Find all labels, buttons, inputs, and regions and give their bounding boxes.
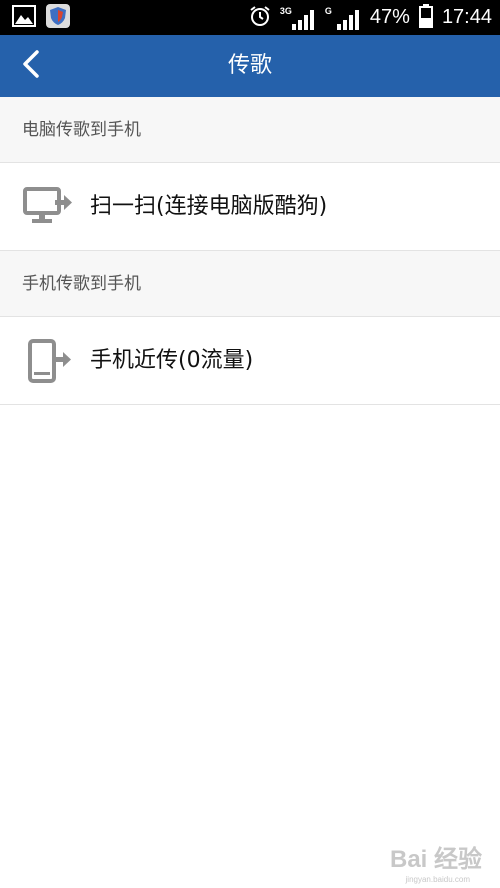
phone-nearby-transfer-item[interactable]: 手机近传(0流量) [0, 317, 500, 405]
signal-g: G [325, 6, 361, 30]
section-title: 电脑传歌到手机 [22, 120, 141, 140]
item-label: 扫一扫(连接电脑版酷狗) [90, 194, 328, 219]
phone-transfer-icon [22, 339, 74, 383]
watermark-url: jingyan.baidu.com [405, 875, 470, 884]
status-bar: 3G G 47% 17:44 [0, 0, 500, 35]
page-title: 传歌 [227, 53, 272, 78]
monitor-transfer-icon [22, 185, 74, 229]
alarm-icon [249, 5, 271, 31]
section-header-pc: 电脑传歌到手机 [0, 97, 500, 163]
clock: 17:44 [441, 6, 492, 28]
system-status: 3G G 47% 17:44 [249, 0, 492, 35]
section-header-phone: 手机传歌到手机 [0, 251, 500, 317]
item-label: 手机近传(0流量) [90, 348, 254, 373]
battery-percent: 47% [369, 6, 410, 28]
gallery-icon [12, 5, 36, 31]
battery-icon [418, 3, 433, 32]
top-app-bar: 传歌 [0, 35, 500, 97]
section-title: 手机传歌到手机 [22, 274, 141, 294]
signal-icon [336, 9, 359, 30]
signal-icon [291, 9, 314, 30]
scan-connect-pc-item[interactable]: 扫一扫(连接电脑版酷狗) [0, 163, 500, 251]
signal-3g: 3G [280, 6, 316, 30]
notification-icons [12, 4, 70, 32]
watermark: Bai 经验 [389, 846, 482, 873]
network-3g-label: 3G [279, 5, 292, 16]
security-app-icon [46, 4, 70, 32]
screen: 3G G 47% 17:44 传歌 电脑传歌到手机 扫一扫(连接电脑版酷狗) 手… [0, 0, 500, 888]
network-g-label: G [324, 5, 332, 16]
